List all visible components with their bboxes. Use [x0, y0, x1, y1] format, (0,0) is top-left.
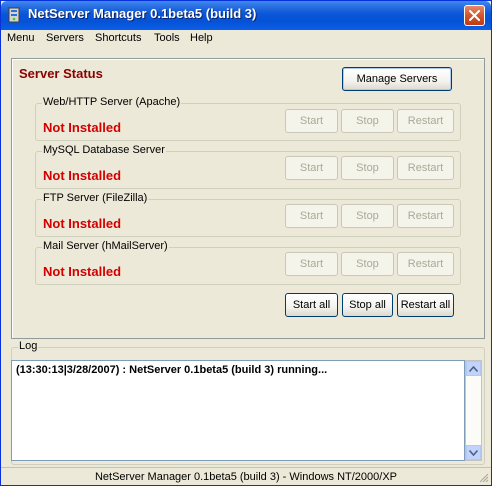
- app-server-icon: [6, 7, 22, 23]
- server-status-title: Server Status: [19, 66, 103, 81]
- scroll-down-button[interactable]: [466, 445, 481, 460]
- start-all-button[interactable]: Start all: [285, 293, 338, 317]
- log-scrollbar[interactable]: [465, 360, 482, 461]
- menu-item-menu[interactable]: Menu: [7, 32, 35, 44]
- server-state-apache: Not Installed: [43, 120, 122, 135]
- scroll-up-button[interactable]: [466, 361, 481, 376]
- server-name-mail: Mail Server (hMailServer): [42, 240, 169, 252]
- mysql-stop-button[interactable]: Stop: [341, 156, 394, 180]
- server-name-apache: Web/HTTP Server (Apache): [42, 96, 182, 108]
- main-window: NetServer Manager 0.1beta5 (build 3) Men…: [0, 0, 492, 486]
- menu-item-help[interactable]: Help: [190, 32, 213, 44]
- status-bar: NetServer Manager 0.1beta5 (build 3) - W…: [1, 467, 491, 485]
- apache-stop-button[interactable]: Stop: [341, 109, 394, 133]
- mail-restart-button[interactable]: Restart: [397, 252, 454, 276]
- mail-start-button[interactable]: Start: [285, 252, 338, 276]
- ftp-start-button[interactable]: Start: [285, 204, 338, 228]
- mysql-start-button[interactable]: Start: [285, 156, 338, 180]
- manage-servers-button[interactable]: Manage Servers: [342, 67, 452, 91]
- arrow-down-icon: [469, 449, 478, 456]
- mysql-restart-button[interactable]: Restart: [397, 156, 454, 180]
- restart-all-button[interactable]: Restart all: [397, 293, 454, 317]
- log-label: Log: [18, 340, 39, 352]
- apache-restart-button[interactable]: Restart: [397, 109, 454, 133]
- close-icon: [469, 10, 480, 21]
- mail-stop-button[interactable]: Stop: [341, 252, 394, 276]
- menu-item-servers[interactable]: Servers: [46, 32, 84, 44]
- arrow-up-icon: [469, 365, 478, 372]
- log-textbox[interactable]: (13:30:13|3/28/2007) : NetServer 0.1beta…: [11, 360, 465, 461]
- title-bar[interactable]: NetServer Manager 0.1beta5 (build 3): [1, 1, 491, 30]
- server-state-ftp: Not Installed: [43, 216, 122, 231]
- status-bar-text: NetServer Manager 0.1beta5 (build 3) - W…: [94, 470, 398, 483]
- server-state-mysql: Not Installed: [43, 168, 122, 183]
- menu-bar: Menu Servers Shortcuts Tools Help: [1, 30, 491, 48]
- apache-start-button[interactable]: Start: [285, 109, 338, 133]
- server-state-mail: Not Installed: [43, 264, 122, 279]
- window-title: NetServer Manager 0.1beta5 (build 3): [28, 6, 257, 21]
- ftp-restart-button[interactable]: Restart: [397, 204, 454, 228]
- log-line: (13:30:13|3/28/2007) : NetServer 0.1beta…: [16, 364, 328, 376]
- close-button[interactable]: [464, 5, 485, 26]
- ftp-stop-button[interactable]: Stop: [341, 204, 394, 228]
- scroll-track[interactable]: [466, 376, 481, 445]
- resize-grip-icon[interactable]: [479, 473, 489, 483]
- menu-item-tools[interactable]: Tools: [154, 32, 180, 44]
- menu-item-shortcuts[interactable]: Shortcuts: [95, 32, 141, 44]
- stop-all-button[interactable]: Stop all: [342, 293, 393, 317]
- server-name-mysql: MySQL Database Server: [42, 144, 166, 156]
- server-name-ftp: FTP Server (FileZilla): [42, 192, 149, 204]
